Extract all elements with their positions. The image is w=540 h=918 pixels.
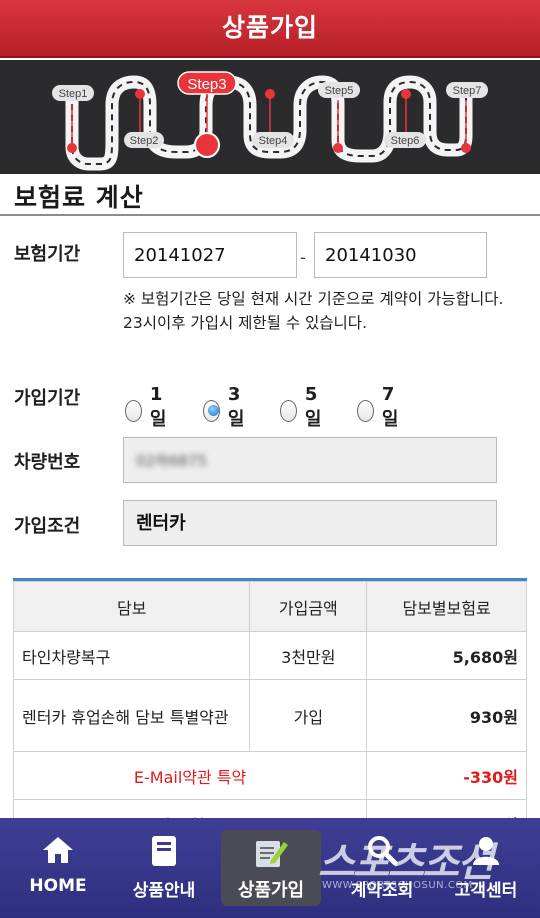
condition-field: 렌터카: [123, 500, 497, 546]
period-note-line1: ※ 보험기간은 당일 현재 시간 기준으로 계약이 가능합니다.: [123, 290, 504, 308]
period-note: ※ 보험기간은 당일 현재 시간 기준으로 계약이 가능합니다. 23시이후 가…: [123, 287, 523, 335]
duration-option-label: 3일: [227, 384, 245, 430]
nav-label: HOME: [29, 876, 87, 896]
discount-label-cell: E-Mail약관 특약: [13, 751, 368, 800]
nav-item-products[interactable]: 상품안내: [110, 818, 218, 918]
duration-option-5[interactable]: 5일: [280, 384, 327, 431]
condition-label: 가입조건: [14, 516, 81, 537]
column-header-premium: 담보별보험료: [366, 581, 527, 632]
app-header: 상품가입: [0, 0, 540, 58]
coverage-cell: 타인차량복구: [13, 631, 251, 680]
step-track-graphic: Step1 Step2 Step3 Step4 Step5 Step6 Step…: [52, 71, 488, 171]
coverage-cell: 렌터카 휴업손해 담보 특별약관: [13, 679, 251, 752]
step-label-4: Step4: [259, 135, 288, 147]
column-header-coverage: 담보: [13, 581, 251, 632]
table-row: 타인차량복구 3천만원 5,680원: [13, 631, 527, 680]
radio-circle-checked[interactable]: [203, 399, 220, 422]
amount-cell: 가입: [249, 679, 368, 752]
nav-label: 상품안내: [132, 881, 196, 901]
page-title: 상품가입: [221, 13, 318, 42]
period-end-input[interactable]: 20141030: [314, 232, 487, 278]
duration-option-1[interactable]: 1일: [125, 384, 172, 431]
table-header-row: 담보 가입금액 담보별보험료: [13, 581, 527, 632]
book-icon: [152, 836, 176, 866]
watermark-url: WWW.SPORTSCHOSUN.COM: [322, 880, 473, 891]
premium-table: 담보 가입금액 담보별보험료 타인차량복구 3천만원 5,680원 렌터카 휴업…: [13, 581, 527, 848]
radio-circle[interactable]: [125, 399, 142, 422]
step-label-5: Step5: [325, 85, 354, 97]
amount-cell: 3천만원: [249, 631, 368, 680]
step-label-2: Step2: [130, 135, 159, 147]
nav-item-signup[interactable]: 상품가입: [221, 830, 321, 906]
premium-cell: 930원: [366, 679, 527, 752]
step-progress: Step1 Step2 Step3 Step4 Step5 Step6 Step…: [0, 60, 540, 174]
duration-label: 가입기간: [14, 388, 81, 409]
step-label-1: Step1: [59, 88, 88, 100]
table-row: 렌터카 휴업손해 담보 특별약관 가입 930원: [13, 679, 527, 752]
radio-circle[interactable]: [280, 399, 297, 422]
car-number-label: 차량번호: [14, 452, 81, 473]
duration-option-label: 7일: [381, 384, 399, 430]
duration-option-3[interactable]: 3일: [203, 384, 250, 431]
edit-icon: [256, 841, 288, 867]
duration-option-label: 5일: [304, 384, 322, 430]
discount-premium-cell: -330원: [366, 751, 527, 800]
car-number-value: 02하6875: [136, 452, 208, 470]
step-label-7: Step7: [453, 85, 482, 97]
duration-option-7[interactable]: 7일: [357, 384, 404, 431]
step-label-6: Step6: [391, 135, 420, 147]
radio-circle[interactable]: [357, 399, 374, 422]
discount-row: E-Mail약관 특약 -330원: [13, 751, 527, 800]
column-header-amount: 가입금액: [249, 581, 368, 632]
nav-item-home[interactable]: HOME: [4, 818, 112, 918]
period-note-line2: 23시이후 가입시 제한될 수 있습니다.: [123, 314, 367, 332]
nav-label: 상품가입: [237, 880, 305, 901]
period-start-input[interactable]: 20141027: [123, 232, 297, 278]
home-icon: [43, 837, 73, 863]
step-label-3: Step3: [187, 76, 226, 93]
period-label: 보험기간: [14, 244, 81, 265]
section-divider: [0, 214, 540, 216]
car-number-field: 02하6875: [123, 437, 497, 483]
section-title: 보험료 계산: [14, 183, 144, 212]
premium-cell: 5,680원: [366, 631, 527, 680]
period-separator: -: [300, 248, 306, 267]
duration-option-label: 1일: [149, 384, 167, 430]
